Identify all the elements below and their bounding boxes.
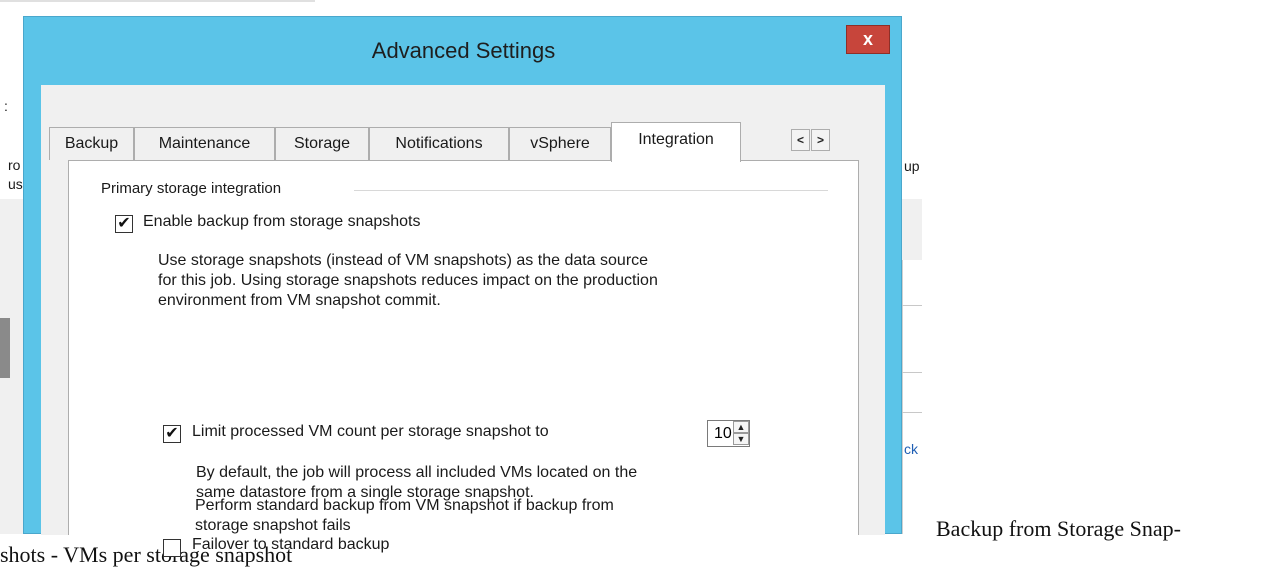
limit-vm-count-label[interactable]: Limit processed VM count per storage sna… bbox=[192, 423, 549, 441]
background-list-divider bbox=[902, 305, 922, 306]
tab-integration[interactable]: Integration bbox=[611, 122, 741, 162]
primary-storage-integration-label: Primary storage integration bbox=[101, 180, 290, 197]
description-line: By default, the job will process all inc… bbox=[196, 464, 638, 481]
description-line: environment from VM snapshot commit. bbox=[158, 292, 441, 309]
limit-vm-count-checkbox[interactable]: ✔ bbox=[163, 425, 181, 443]
integration-tab-panel: Primary storage integration ✔ Enable bac… bbox=[68, 160, 859, 557]
checkmark-icon: ✔ bbox=[117, 215, 131, 232]
background-link-fragment[interactable]: ck bbox=[904, 441, 918, 457]
failover-checkbox[interactable] bbox=[163, 539, 181, 557]
background-text-fragment: : bbox=[4, 98, 8, 114]
checkmark-icon: ✔ bbox=[165, 425, 179, 442]
limit-vm-count-description: By default, the job will process all inc… bbox=[196, 463, 637, 503]
stepper-down-icon[interactable]: ▼ bbox=[733, 433, 749, 445]
advanced-settings-dialog: Advanced Settings x Backup Maintenance S… bbox=[23, 16, 902, 557]
enable-backup-description: Use storage snapshots (instead of VM sna… bbox=[158, 251, 658, 311]
close-button[interactable]: x bbox=[846, 25, 890, 54]
tab-scroll-left-button[interactable]: < bbox=[791, 129, 810, 151]
tab-backup[interactable]: Backup bbox=[49, 127, 134, 160]
background-list-divider bbox=[902, 372, 922, 373]
tab-vsphere[interactable]: vSphere bbox=[509, 127, 611, 160]
description-line: Use storage snapshots (instead of VM sna… bbox=[158, 252, 649, 269]
background-text-fragment: us bbox=[8, 176, 23, 192]
dialog-title: Advanced Settings bbox=[371, 38, 556, 63]
vm-count-value[interactable]: 10 bbox=[714, 425, 732, 442]
group-divider bbox=[354, 190, 828, 191]
background-list-panel bbox=[902, 260, 922, 534]
enable-backup-checkbox[interactable]: ✔ bbox=[115, 215, 133, 233]
background-text-fragment: ro bbox=[8, 157, 21, 173]
background-scrollbar[interactable] bbox=[0, 318, 10, 378]
description-line: same datastore from a single storage sna… bbox=[196, 484, 534, 501]
enable-backup-label[interactable]: Enable backup from storage snapshots bbox=[143, 213, 421, 231]
tab-maintenance[interactable]: Maintenance bbox=[134, 127, 275, 160]
tab-notifications[interactable]: Notifications bbox=[369, 127, 509, 160]
tab-scroll-right-button[interactable]: > bbox=[811, 129, 830, 151]
failover-label[interactable]: Failover to standard backup bbox=[192, 536, 389, 554]
background-text-fragment: up bbox=[904, 158, 920, 174]
figure-caption-line-1: Backup from Storage Snap- bbox=[936, 516, 1181, 541]
tab-storage[interactable]: Storage bbox=[275, 127, 369, 160]
stepper-up-icon[interactable]: ▲ bbox=[733, 421, 749, 433]
description-line: for this job. Using storage snapshots re… bbox=[158, 272, 658, 289]
dialog-client-area: Backup Maintenance Storage Notifications… bbox=[41, 85, 885, 557]
background-list-divider bbox=[902, 412, 922, 413]
background-divider bbox=[0, 0, 315, 2]
